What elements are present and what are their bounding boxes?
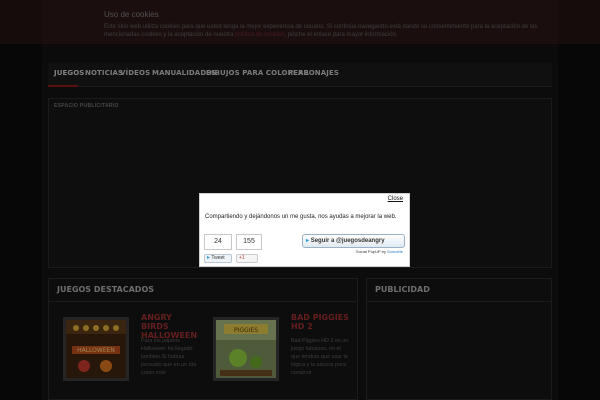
gplus-label: +1 [239,255,245,261]
tweet-button[interactable]: ▸ Tweet [204,254,232,263]
popup-credit[interactable]: Social PopUP by SumoMe [356,249,403,254]
popup-message: Compartiendo y dejándonos un me gusta, n… [205,214,397,220]
credit-prefix: Social PopUP by [355,249,386,254]
twitter-bird-icon: ▸ [306,238,310,244]
tweet-count: 24 [204,234,232,250]
follow-label: Seguir a @juegosdeangry [310,238,385,244]
close-button[interactable]: Close [388,196,403,202]
twitter-follow-button[interactable]: ▸ Seguir a @juegosdeangry [302,234,405,248]
tweet-label: Tweet [211,255,225,261]
gplus-button[interactable]: +1 [236,254,258,263]
gplus-count: 155 [236,234,262,250]
twitter-bird-icon: ▸ [207,255,211,261]
credit-brand[interactable]: SumoMe [387,249,403,254]
social-popup: Close Compartiendo y dejándonos un me gu… [199,193,410,267]
